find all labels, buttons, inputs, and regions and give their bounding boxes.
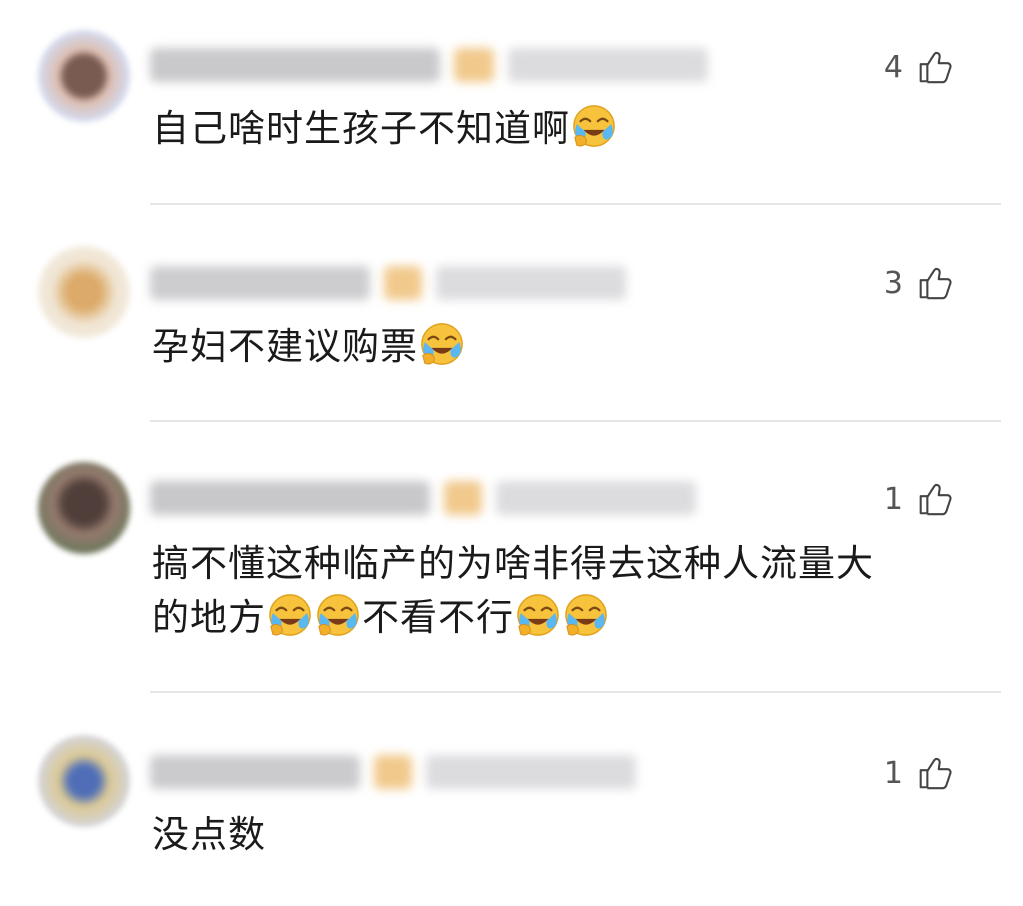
avatar[interactable] bbox=[38, 246, 130, 338]
comment-meta bbox=[150, 263, 626, 303]
username-blurred[interactable] bbox=[150, 266, 370, 300]
comment-text: 孕妇不建议购票 bbox=[152, 320, 963, 374]
avatar[interactable] bbox=[38, 30, 130, 122]
thumbs-up-icon[interactable] bbox=[915, 480, 953, 518]
divider bbox=[150, 203, 1001, 205]
crying-laughing-emoji-icon bbox=[315, 592, 361, 638]
crying-laughing-emoji-icon bbox=[563, 592, 609, 638]
comment-text: 自己啥时生孩子不知道啊 bbox=[152, 102, 963, 156]
comment-body-part-a: 的地方 bbox=[152, 596, 266, 639]
like-button[interactable]: 1 bbox=[884, 480, 953, 518]
divider bbox=[150, 420, 1001, 422]
comment-text: 搞不懂这种临产的为啥非得去这种人流量大 的地方 不看不行 bbox=[152, 537, 963, 645]
like-button[interactable]: 4 bbox=[884, 48, 953, 86]
like-count: 1 bbox=[883, 755, 903, 791]
badge-blurred bbox=[374, 755, 412, 789]
crying-laughing-emoji-icon bbox=[267, 592, 313, 638]
like-count: 4 bbox=[883, 49, 903, 85]
like-count: 3 bbox=[883, 265, 903, 301]
avatar[interactable] bbox=[38, 735, 130, 827]
badge-blurred bbox=[444, 481, 482, 515]
like-button[interactable]: 3 bbox=[884, 264, 953, 302]
comment-meta bbox=[150, 478, 696, 518]
comment-body-line2: 的地方 不看不行 bbox=[152, 591, 963, 645]
comment-body: 孕妇不建议购票 bbox=[152, 325, 418, 368]
username-blurred[interactable] bbox=[150, 48, 440, 82]
comment-body: 没点数 bbox=[152, 813, 266, 856]
crying-laughing-emoji-icon bbox=[419, 321, 465, 367]
comment-body-part-b: 不看不行 bbox=[362, 596, 514, 639]
comment-body: 自己啥时生孩子不知道啊 bbox=[152, 107, 570, 150]
like-count: 1 bbox=[883, 481, 903, 517]
comment-body-line1: 搞不懂这种临产的为啥非得去这种人流量大 bbox=[152, 542, 874, 585]
avatar[interactable] bbox=[38, 462, 130, 554]
timestamp-blurred bbox=[436, 266, 626, 300]
thumbs-up-icon[interactable] bbox=[915, 48, 953, 86]
badge-blurred bbox=[384, 266, 422, 300]
badge-blurred bbox=[454, 48, 494, 82]
timestamp-blurred bbox=[508, 48, 708, 82]
timestamp-blurred bbox=[426, 755, 636, 789]
thumbs-up-icon[interactable] bbox=[915, 264, 953, 302]
crying-laughing-emoji-icon bbox=[571, 103, 617, 149]
comment-meta bbox=[150, 752, 636, 792]
username-blurred[interactable] bbox=[150, 755, 360, 789]
comment-meta bbox=[150, 45, 708, 85]
thumbs-up-icon[interactable] bbox=[915, 754, 953, 792]
username-blurred[interactable] bbox=[150, 481, 430, 515]
crying-laughing-emoji-icon bbox=[515, 592, 561, 638]
divider bbox=[150, 691, 1001, 693]
comment-text: 没点数 bbox=[152, 808, 963, 862]
timestamp-blurred bbox=[496, 481, 696, 515]
like-button[interactable]: 1 bbox=[884, 754, 953, 792]
